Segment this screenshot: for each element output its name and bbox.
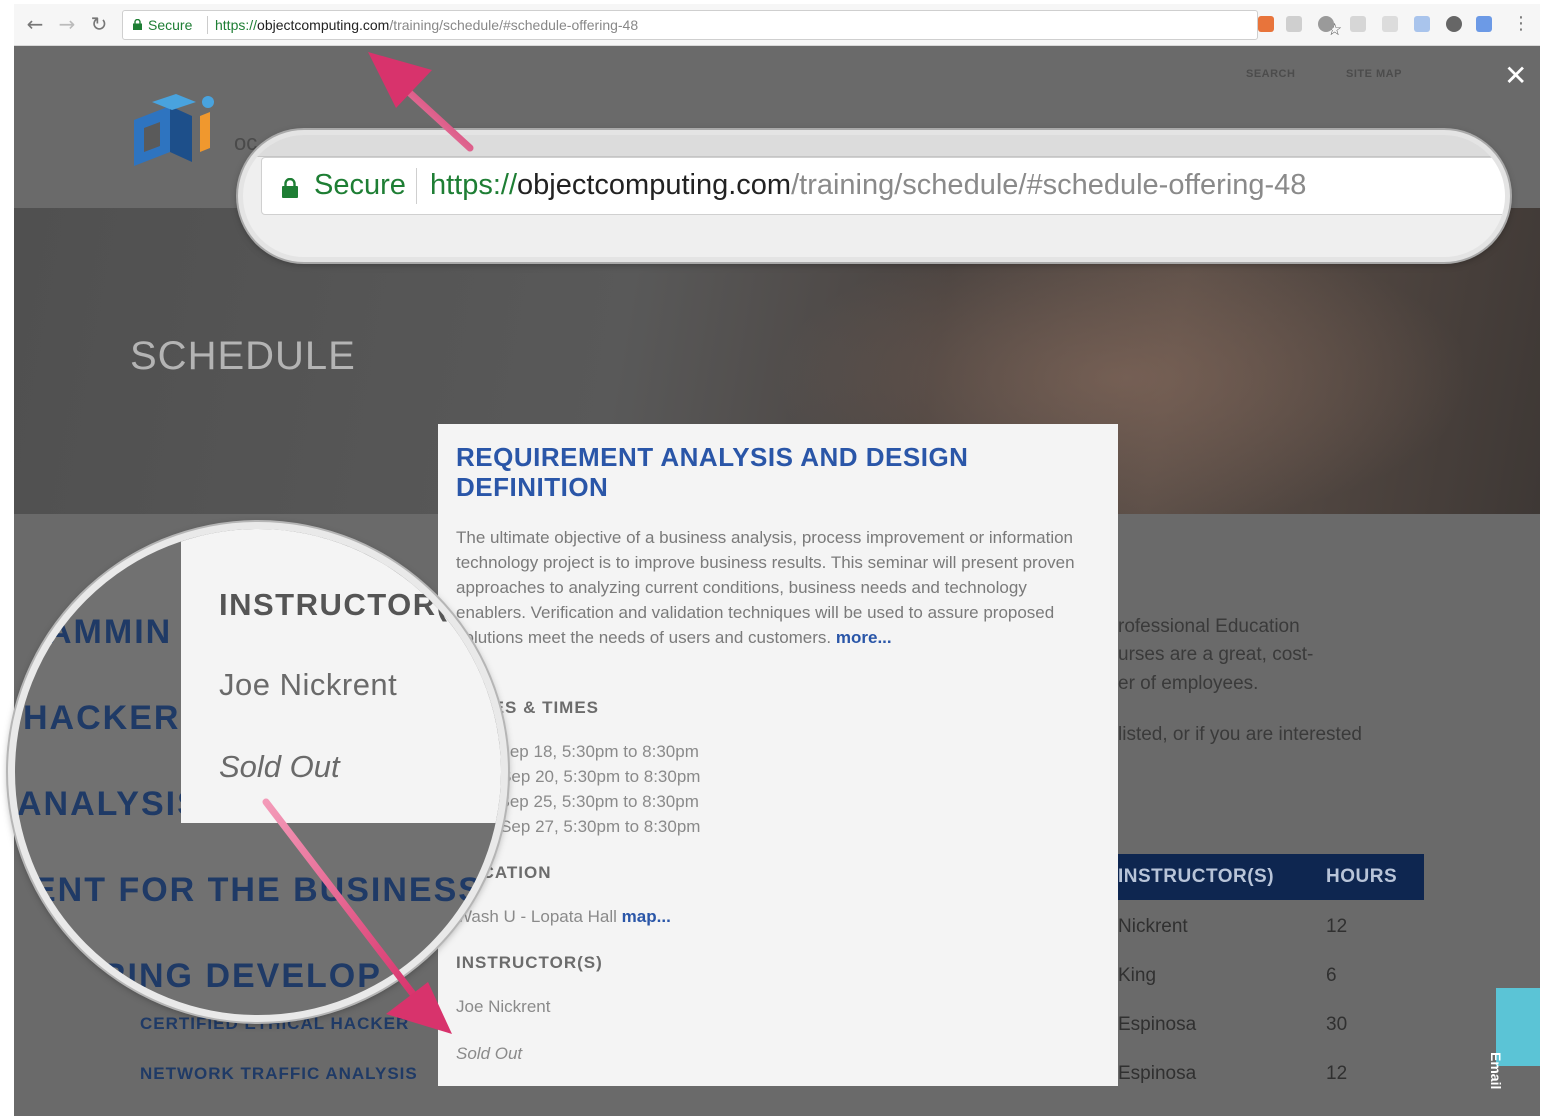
- table-cell-hours: 30: [1326, 1014, 1348, 1035]
- table-cell-hours: 12: [1326, 916, 1348, 937]
- url-zoom-callout: Secure https://objectcomputing.com/train…: [238, 130, 1510, 262]
- page-title: SCHEDULE: [130, 334, 356, 378]
- extension-icon[interactable]: [1476, 16, 1492, 32]
- extension-icon[interactable]: [1446, 16, 1462, 32]
- magnified-secure-label: Secure: [314, 169, 406, 201]
- schedule-table-header: INSTRUCTOR(S) HOURS: [1114, 854, 1424, 900]
- table-cell-instructor: Espinosa: [1118, 1014, 1197, 1035]
- back-icon[interactable]: ←: [24, 13, 46, 35]
- extension-icon[interactable]: [1258, 16, 1274, 32]
- course-link[interactable]: NETWORK TRAFFIC ANALYSIS: [140, 1064, 418, 1084]
- intro-text: listed, or if you are interested: [1118, 724, 1362, 745]
- magnified-course-fragment: HACKER: [23, 699, 181, 737]
- company-logo[interactable]: [130, 94, 220, 178]
- instructor-heading: INSTRUCTOR(S): [456, 953, 603, 972]
- table-cell-instructor: Espinosa: [1118, 1063, 1197, 1084]
- magnified-tab-strip: [243, 135, 1505, 157]
- forward-icon[interactable]: →: [56, 13, 78, 35]
- url-scheme: https://: [430, 169, 518, 201]
- screenshot: ← → ↻ Secure https://objectcomputing.com…: [0, 0, 1550, 1116]
- magnified-course-fragment: ENT FOR THE BUSINESS: [33, 871, 483, 909]
- column-header-instructor[interactable]: INSTRUCTOR(S): [1118, 866, 1274, 888]
- reload-icon[interactable]: ↻: [88, 13, 110, 35]
- magnified-instructor-name: Joe Nickrent: [219, 667, 398, 702]
- magnified-modal-area: INSTRUCTOR(S) Joe Nickrent Sold Out: [181, 529, 501, 823]
- table-cell-instructor: King: [1118, 965, 1157, 986]
- url-scheme: https://: [215, 17, 258, 33]
- column-header-hours[interactable]: HOURS: [1326, 866, 1397, 888]
- email-tab-label: Email: [1488, 1052, 1504, 1090]
- extension-icon[interactable]: [1286, 16, 1302, 32]
- course-title: REQUIREMENT ANALYSIS AND DESIGN DEFINITI…: [456, 442, 969, 502]
- url-text: https://objectcomputing.com/training/sch…: [215, 11, 638, 39]
- sold-out-status: Sold Out: [456, 1044, 523, 1063]
- extension-icon[interactable]: [1414, 16, 1430, 32]
- lock-icon: [282, 178, 298, 198]
- magnifier-callout: AMMIN HACKER ANALYSIS ENT FOR THE BUSINE…: [8, 522, 508, 1022]
- magnified-course-fragment: AMMIN: [47, 613, 173, 651]
- more-link[interactable]: more...: [836, 628, 892, 647]
- location-line: Wash U - Lopata Hall map...: [456, 907, 671, 927]
- magnified-sold-out-status: Sold Out: [219, 749, 340, 784]
- address-bar[interactable]: Secure https://objectcomputing.com/train…: [122, 10, 1342, 40]
- magnified-course-fragment: RING DEVELOP: [101, 957, 382, 995]
- course-detail-modal: REQUIREMENT ANALYSIS AND DESIGN DEFINITI…: [438, 424, 1118, 1086]
- map-link[interactable]: map...: [622, 907, 671, 926]
- extension-icon[interactable]: [1318, 16, 1334, 32]
- table-cell-hours: 6: [1326, 965, 1337, 986]
- url-host: objectcomputing.com: [257, 17, 390, 33]
- course-description: The ultimate objective of a business ana…: [456, 525, 1096, 650]
- secure-label: Secure: [148, 17, 193, 33]
- intro-text: er of employees.: [1118, 673, 1259, 694]
- intro-text: rofessional Education: [1118, 616, 1300, 637]
- description-text: The ultimate objective of a business ana…: [456, 528, 1075, 647]
- url-host: objectcomputing.com: [517, 169, 792, 201]
- browser-toolbar: ← → ↻ Secure https://objectcomputing.com…: [14, 4, 1540, 46]
- magnified-course-fragment: ANALYSIS: [17, 785, 202, 823]
- intro-text: urses are a great, cost-: [1118, 644, 1314, 665]
- divider: [207, 16, 208, 34]
- extension-icon[interactable]: [1382, 16, 1398, 32]
- magnified-instructor-heading: INSTRUCTOR(S): [219, 587, 483, 622]
- magnified-address-bar: Secure https://objectcomputing.com/train…: [261, 157, 1505, 215]
- magnified-url-text: https://objectcomputing.com/training/sch…: [430, 169, 1306, 202]
- close-icon[interactable]: ✕: [1504, 62, 1527, 90]
- nav-search-link[interactable]: SEARCH: [1246, 68, 1295, 80]
- menu-kebab-icon[interactable]: ⋮: [1510, 13, 1532, 35]
- divider: [416, 168, 417, 204]
- table-cell-hours: 12: [1326, 1063, 1348, 1084]
- nav-site-map-link[interactable]: SITE MAP: [1346, 68, 1402, 80]
- table-cell-instructor: Nickrent: [1118, 916, 1188, 937]
- url-path: /training/schedule/#schedule-offering-48: [791, 169, 1307, 201]
- instructor-name: Joe Nickrent: [456, 997, 551, 1016]
- lock-icon: [133, 19, 142, 30]
- url-path: /training/schedule/#schedule-offering-48: [389, 17, 639, 33]
- extension-icon[interactable]: [1350, 16, 1366, 32]
